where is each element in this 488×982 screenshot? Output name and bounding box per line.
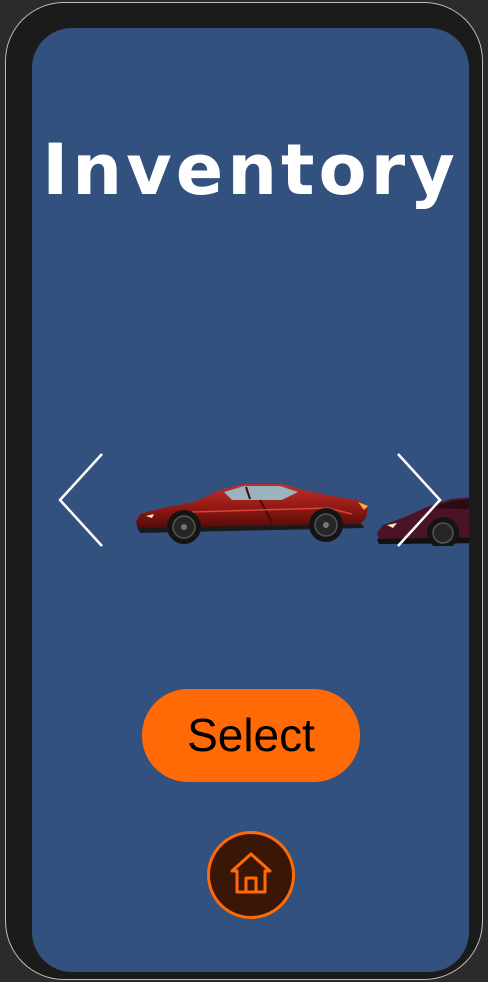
home-icon — [230, 852, 272, 894]
phone-frame: Inventory Select — [6, 3, 482, 979]
chevron-left-icon — [58, 453, 103, 547]
red-sports-car[interactable] — [132, 478, 372, 548]
chevron-right-icon — [397, 453, 442, 547]
page-title: Inventory — [42, 129, 459, 211]
select-button[interactable]: Select — [142, 689, 360, 782]
home-button[interactable] — [207, 831, 295, 919]
next-car-button[interactable] — [394, 451, 444, 551]
prev-car-button[interactable] — [56, 451, 106, 551]
inventory-screen: Inventory Select — [32, 28, 469, 972]
